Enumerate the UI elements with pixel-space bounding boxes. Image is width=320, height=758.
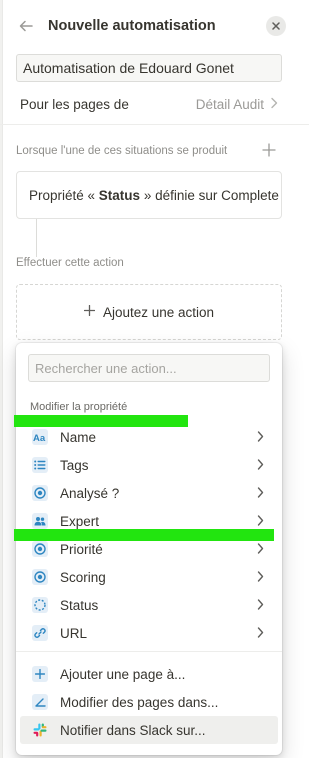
trigger-suffix: » définie sur Complete (140, 187, 279, 203)
menu-item-name[interactable]: Aa Name (20, 423, 278, 451)
multi-select-icon (32, 457, 48, 473)
menu-item-label: Expert (60, 513, 100, 529)
trigger-prefix: Propriété « (29, 187, 99, 203)
search-action-input[interactable] (28, 354, 270, 382)
menu-section-label: Modifier la propriété (30, 401, 128, 413)
plus-icon (32, 666, 48, 682)
pages-label: Pour les pages de (20, 96, 129, 112)
svg-text:Aa: Aa (33, 433, 46, 442)
flow-connector (36, 219, 37, 257)
panel-header: Nouvelle automatisation (16, 12, 286, 40)
trigger-section-label: Lorsque l'une de ces situations se produ… (16, 145, 228, 157)
chevron-right-icon (257, 429, 264, 445)
close-icon[interactable] (266, 16, 286, 36)
menu-item-url[interactable]: URL (20, 619, 278, 647)
menu-item-status[interactable]: Status (20, 591, 278, 619)
link-icon (32, 625, 48, 641)
edit-angle-icon (32, 694, 48, 710)
menu-item-edit-pages[interactable]: Modifier des pages dans... (20, 688, 278, 716)
slack-icon (32, 722, 48, 738)
menu-item-label: Ajouter une page à... (60, 666, 186, 682)
trigger-property: Status (98, 187, 141, 203)
chevron-right-icon (257, 569, 264, 585)
menu-item-analyse[interactable]: Analysé ? (20, 479, 278, 507)
status-circle-icon (32, 541, 48, 557)
chevron-right-icon (257, 597, 264, 613)
automation-name-input[interactable] (16, 54, 282, 82)
chevron-right-icon (257, 485, 264, 501)
chevron-right-icon (270, 96, 278, 112)
arrow-left-icon[interactable] (16, 16, 36, 36)
menu-item-label: Notifier dans Slack sur... (60, 722, 206, 738)
chevron-right-icon (257, 541, 264, 557)
page-title: Nouvelle automatisation (48, 18, 216, 34)
menu-item-add-page[interactable]: Ajouter une page à... (20, 660, 278, 688)
action-section-label: Effectuer cette action (16, 257, 124, 269)
people-icon (32, 513, 48, 529)
status-circle-icon (32, 569, 48, 585)
chevron-right-icon (257, 457, 264, 473)
pages-value: Détail Audit (195, 96, 264, 112)
menu-item-label: Name (60, 429, 97, 445)
menu-item-scoring[interactable]: Scoring (20, 563, 278, 591)
menu-item-label: Tags (60, 457, 89, 473)
menu-item-label: Priorité (60, 541, 103, 557)
menu-divider (16, 651, 282, 652)
menu-item-slack-notify[interactable]: Notifier dans Slack sur... (20, 716, 278, 744)
menu-item-label: URL (60, 625, 88, 641)
add-action-button[interactable]: Ajoutez une action (16, 284, 282, 340)
redaction-mark (14, 529, 274, 541)
add-trigger-icon[interactable] (262, 143, 276, 157)
status-dashed-icon (32, 597, 48, 613)
menu-item-label: Scoring (60, 569, 106, 585)
plus-icon (83, 303, 96, 321)
menu-item-label: Analysé ? (60, 485, 120, 501)
menu-item-tags[interactable]: Tags (20, 451, 278, 479)
chevron-right-icon (257, 625, 264, 641)
section-divider (0, 124, 309, 125)
trigger-card[interactable]: Propriété « Status » définie sur Complet… (16, 171, 282, 219)
menu-item-label: Modifier des pages dans... (60, 694, 219, 710)
status-circle-icon (32, 485, 48, 501)
add-action-label: Ajoutez une action (102, 304, 215, 320)
menu-item-label: Status (60, 597, 99, 613)
text-aa-icon: Aa (32, 429, 48, 445)
chevron-right-icon (257, 513, 264, 529)
action-menu: Modifier la propriété Aa Name Tags Analy… (16, 343, 282, 755)
redaction-mark (14, 415, 188, 427)
pages-selector-row[interactable]: Pour les pages de Détail Audit (20, 92, 278, 116)
left-panel-edge (0, 0, 3, 758)
